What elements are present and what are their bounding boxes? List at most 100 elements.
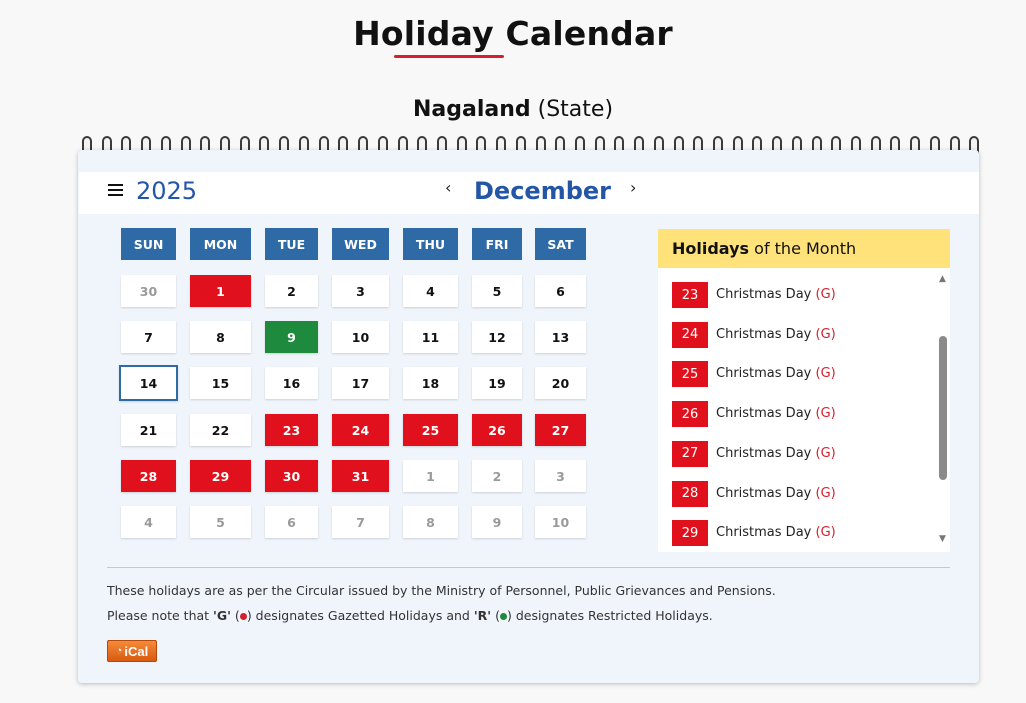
holiday-name-text: Christmas Day	[716, 366, 812, 382]
state-name: Nagaland	[412, 97, 531, 122]
calendar-day[interactable]: 4	[121, 506, 176, 538]
calendar-header: 2025 ‹ December ›	[79, 172, 979, 214]
holidays-header-rest: of the Month	[749, 239, 857, 258]
calendar-day[interactable]: 2	[265, 275, 318, 307]
calendar-day[interactable]: 29	[190, 460, 251, 492]
legend-text-c: designates Restricted Holidays.	[511, 608, 713, 623]
gazetted-dot-icon	[239, 613, 247, 620]
calendar-day[interactable]: 12	[472, 321, 522, 353]
state-subtitle: Nagaland (State)	[0, 97, 1026, 122]
calendar-day[interactable]: 7	[332, 506, 389, 538]
calendar-day[interactable]: 17	[332, 367, 389, 399]
weekday-header-mon: MON	[190, 228, 251, 260]
calendar-day[interactable]: 25	[403, 414, 458, 446]
calendar-day[interactable]: 24	[332, 414, 389, 446]
holiday-item[interactable]: 24 Christmas Day (G)	[672, 321, 932, 348]
calendar-day[interactable]: 7	[121, 321, 176, 353]
calendar-day[interactable]: 10	[332, 321, 389, 353]
holiday-item[interactable]: 28 Christmas Day (G)	[672, 480, 932, 507]
weekday-header-fri: FRI	[472, 228, 522, 260]
scroll-thumb[interactable]	[939, 336, 947, 480]
calendar-day[interactable]: 10	[535, 506, 586, 538]
holiday-date: 24	[672, 321, 708, 348]
holiday-name-text: Christmas Day	[716, 406, 812, 422]
calendar-day[interactable]: 27	[535, 414, 586, 446]
holiday-date: 28	[672, 480, 708, 507]
holiday-date: 23	[672, 282, 708, 308]
menu-icon[interactable]	[108, 184, 123, 197]
weekday-header-tue: TUE	[265, 228, 318, 260]
rss-icon: ◔	[115, 645, 123, 657]
calendar-day[interactable]: 5	[190, 506, 251, 538]
legend-r: 'R'	[473, 608, 492, 623]
holiday-name-text: Christmas Day	[716, 525, 812, 541]
calendar-day[interactable]: 11	[403, 321, 458, 353]
calendar-day[interactable]: 16	[265, 367, 318, 399]
holiday-name: Christmas Day (G)	[716, 327, 836, 342]
legend-g: 'G'	[213, 608, 231, 623]
calendar-day[interactable]: 3	[332, 275, 389, 307]
holidays-panel: Holidays of the Month 23 Christmas Day (G…	[658, 229, 950, 552]
holidays-scrollbar[interactable]: ▲ ▼	[936, 274, 950, 544]
next-month-button[interactable]: ›	[630, 178, 636, 197]
holiday-date: 29	[672, 520, 708, 547]
prev-month-button[interactable]: ‹	[445, 178, 451, 197]
scroll-down-icon[interactable]: ▼	[939, 534, 946, 544]
calendar-day[interactable]: 1	[403, 460, 458, 492]
calendar-day[interactable]: 26	[472, 414, 522, 446]
calendar-day[interactable]: 30	[265, 460, 318, 492]
calendar-day[interactable]: 22	[190, 414, 251, 446]
weekday-header-sun: SUN	[121, 228, 176, 260]
calendar-day[interactable]: 6	[535, 275, 586, 307]
legend-text-b: designates Gazetted Holidays and	[251, 608, 474, 623]
calendar-day[interactable]: 13	[535, 321, 586, 353]
circular-note: These holidays are as per the Circular i…	[107, 583, 776, 598]
holiday-item[interactable]: 25 Christmas Day (G)	[672, 361, 932, 388]
weekday-header-wed: WED	[332, 228, 389, 260]
calendar-day[interactable]: 6	[265, 506, 318, 538]
restricted-dot-icon	[499, 613, 507, 620]
calendar-day[interactable]: 14	[119, 365, 178, 401]
calendar-day[interactable]: 18	[403, 367, 458, 399]
calendar-day[interactable]: 4	[403, 275, 458, 307]
calendar-day[interactable]: 21	[121, 414, 176, 446]
holiday-name: Christmas Day (G)	[716, 366, 836, 381]
calendar-day[interactable]: 30	[121, 275, 176, 307]
calendar-day[interactable]: 8	[403, 506, 458, 538]
calendar-day[interactable]: 23	[265, 414, 318, 446]
calendar-day[interactable]: 9	[265, 321, 318, 353]
calendar-day[interactable]: 20	[535, 367, 586, 399]
holiday-name: Christmas Day (G)	[716, 406, 836, 421]
holiday-name-text: Christmas Day	[716, 287, 812, 302]
scroll-up-icon[interactable]: ▲	[939, 274, 946, 284]
holiday-name-text: Christmas Day	[716, 326, 812, 342]
holiday-item[interactable]: 29 Christmas Day (G)	[672, 520, 932, 547]
legend-note: Please note that 'G' () designates Gazet…	[107, 608, 713, 623]
calendar-day[interactable]: 15	[190, 367, 251, 399]
ical-button[interactable]: ◔ iCal	[107, 640, 157, 662]
holiday-date: 26	[672, 401, 708, 428]
holiday-item[interactable]: 27 Christmas Day (G)	[672, 440, 932, 467]
calendar-day[interactable]: 3	[535, 460, 586, 492]
holiday-name: Christmas Day (G)	[716, 446, 836, 461]
holiday-tag: (G)	[815, 326, 836, 342]
holiday-item[interactable]: 26 Christmas Day (G)	[672, 401, 932, 428]
calendar-day[interactable]: 2	[472, 460, 522, 492]
calendar-day[interactable]: 5	[472, 275, 522, 307]
calendar-day[interactable]: 8	[190, 321, 251, 353]
state-type: (State)	[537, 97, 614, 122]
ical-label: iCal	[124, 643, 149, 659]
title-underline	[394, 55, 504, 58]
calendar-day[interactable]: 31	[332, 460, 389, 492]
holiday-name: Christmas Day (G)	[716, 525, 836, 540]
calendar-day[interactable]: 9	[472, 506, 522, 538]
holiday-item[interactable]: 23 Christmas Day (G)	[672, 282, 932, 308]
holidays-panel-header: Holidays of the Month	[658, 229, 950, 268]
calendar-day[interactable]: 1	[190, 275, 251, 307]
divider	[107, 567, 950, 568]
year-label[interactable]: 2025	[136, 177, 197, 205]
calendar-day[interactable]: 28	[121, 460, 176, 492]
holiday-name-text: Christmas Day	[716, 485, 812, 501]
month-label: December	[474, 177, 612, 205]
calendar-day[interactable]: 19	[472, 367, 522, 399]
